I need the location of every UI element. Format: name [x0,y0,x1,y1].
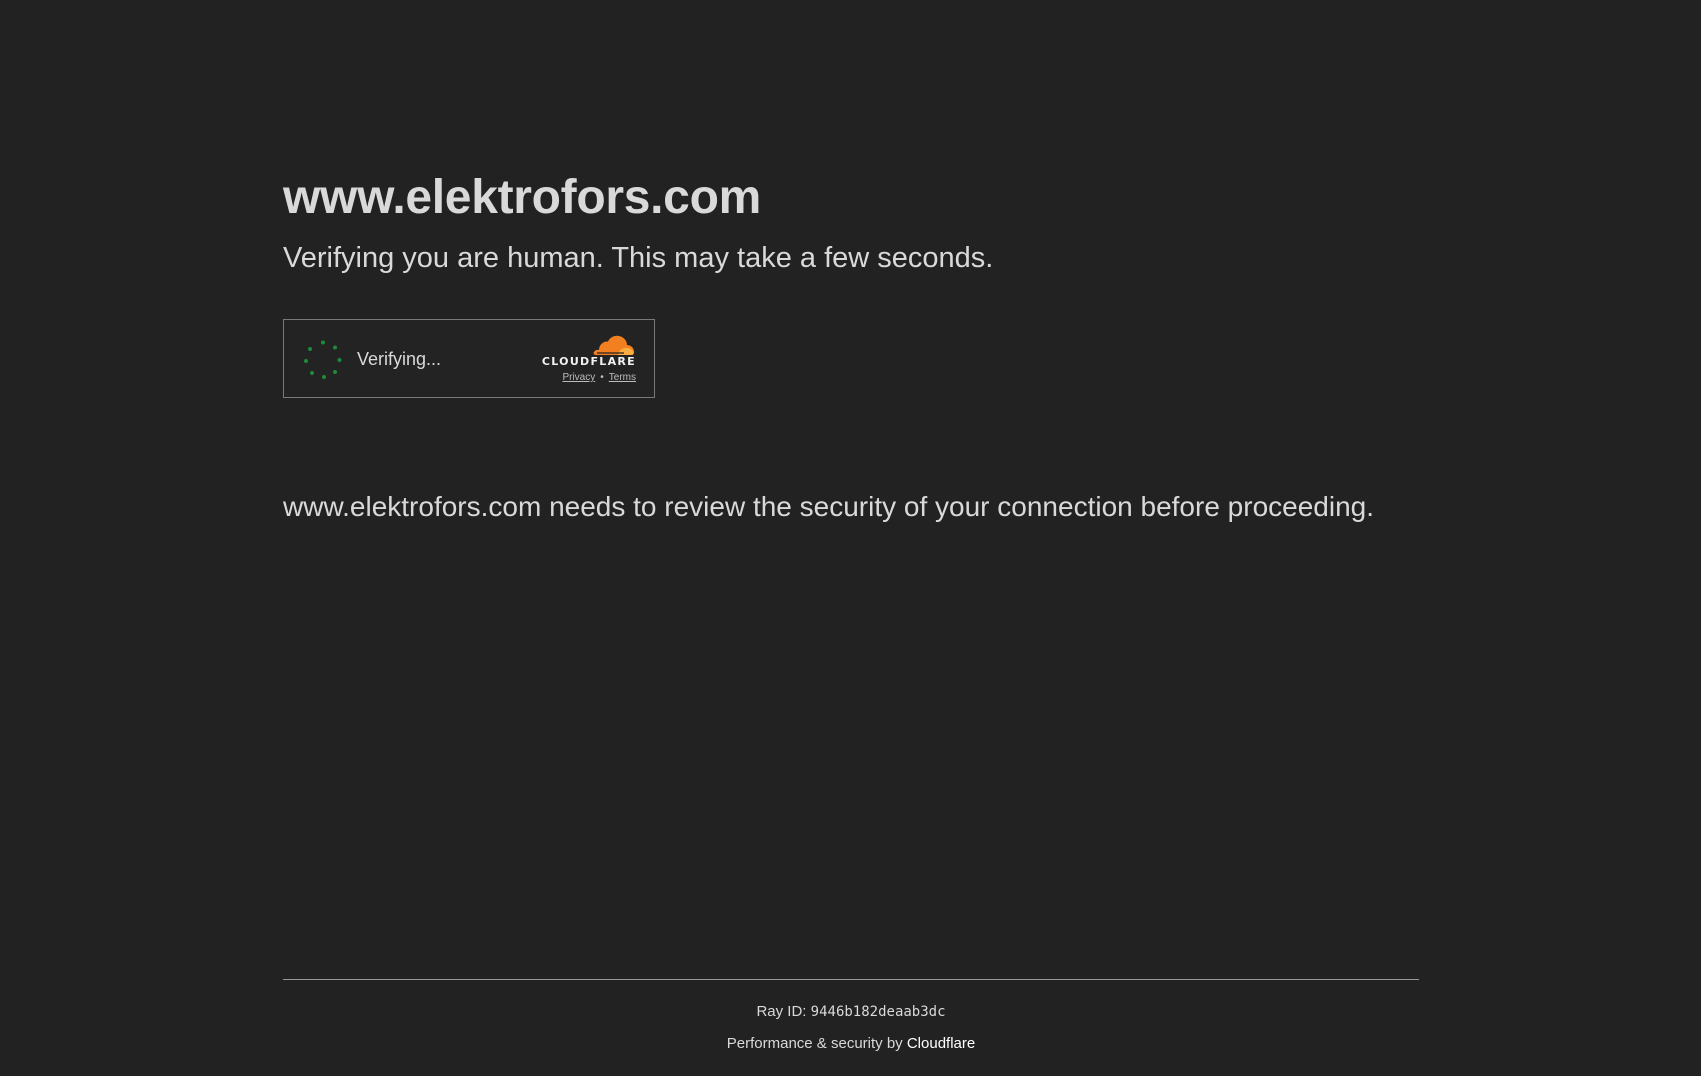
verification-subtitle: Verifying you are human. This may take a… [283,242,994,274]
privacy-link[interactable]: Privacy [562,372,595,383]
turnstile-widget[interactable]: Verifying... CLOUDFLARE Privacy • Terms [283,319,655,398]
cloudflare-wordmark: CLOUDFLARE [541,355,636,368]
performance-prefix: Performance & security by [726,1035,907,1052]
footer: Ray ID: 9446b182deaab3dc Performance & s… [283,1001,1419,1055]
ray-id-value: 9446b182deaab3dc [810,1004,946,1020]
terms-link[interactable]: Terms [609,372,636,383]
footer-divider [283,979,1419,980]
ray-id-line: Ray ID: 9446b182deaab3dc [283,1001,1419,1023]
verifying-status: Verifying... [357,349,442,369]
widget-links: Privacy • Terms [562,372,636,383]
challenge-page: www.elektrofors.com Verifying you are hu… [0,0,1701,1076]
security-message: www.elektrofors.com needs to review the … [283,491,1375,522]
spinner-icon [304,340,342,379]
cloudflare-branding: CLOUDFLARE Privacy • Terms [536,334,636,386]
ray-id-label: Ray ID: [756,1003,811,1020]
performance-line: Performance & security by Cloudflare [283,1033,1419,1055]
link-separator: • [600,372,604,383]
site-title: www.elektrofors.com [283,171,761,224]
cloudflare-link[interactable]: Cloudflare [907,1035,975,1052]
cloudflare-cloud-icon [593,335,635,355]
